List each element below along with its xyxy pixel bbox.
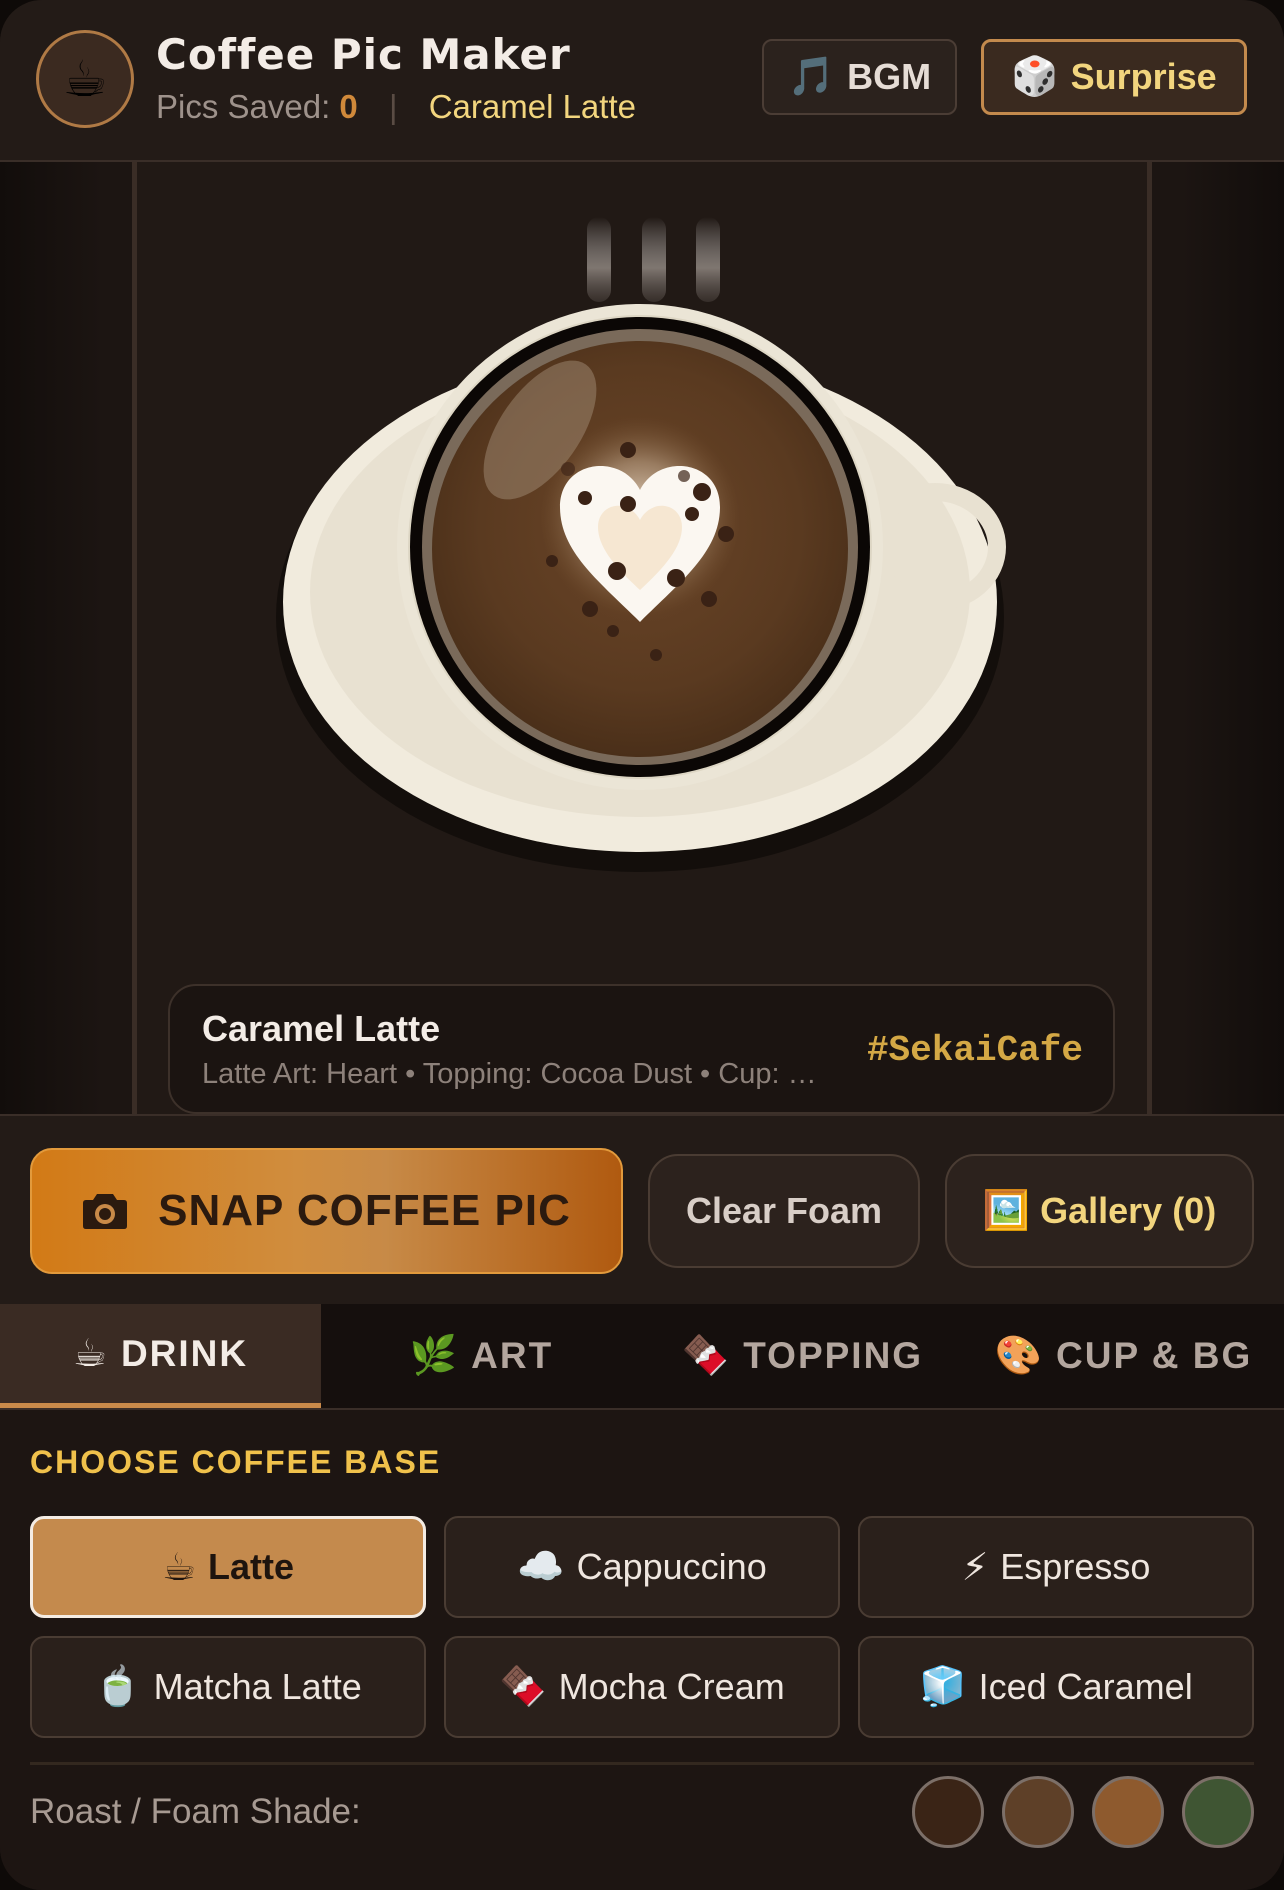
status-line: Pics Saved: 0 | Caramel Latte bbox=[156, 88, 636, 126]
tab-art[interactable]: 🌿 ART bbox=[321, 1304, 642, 1408]
section-title: CHOOSE COFFEE BASE bbox=[30, 1444, 442, 1480]
dice-icon: 🎲 bbox=[1011, 56, 1059, 98]
caption-title: Caramel Latte bbox=[202, 1008, 441, 1049]
app-title: Coffee Pic Maker bbox=[156, 30, 571, 79]
snap-label: SNAP COFFEE PIC bbox=[158, 1186, 571, 1235]
option-cappuccino[interactable]: ☁️ Cappuccino bbox=[444, 1516, 840, 1618]
clear-foam-button[interactable]: Clear Foam bbox=[648, 1154, 920, 1268]
tea-cup-icon: 🍵 bbox=[94, 1666, 142, 1708]
coffee-cup-canvas[interactable] bbox=[0, 162, 1284, 1114]
status-separator: | bbox=[388, 88, 398, 125]
tab-art-label: ART bbox=[471, 1335, 554, 1376]
coffee-logo-icon: ☕ bbox=[36, 30, 134, 128]
tab-topping-label: TOPPING bbox=[743, 1335, 924, 1376]
coffee-cup-icon: ☕ bbox=[161, 1546, 197, 1589]
pics-saved-count: 0 bbox=[339, 88, 358, 125]
cloud-icon: ☁️ bbox=[517, 1546, 565, 1588]
shade-swatch-caramel[interactable] bbox=[1092, 1776, 1164, 1848]
options-panel: CHOOSE COFFEE BASE ☕ Latte ☁️ Cappuccino… bbox=[0, 1410, 1284, 1890]
coffee-stage: Caramel Latte Latte Art: Heart • Topping… bbox=[0, 162, 1284, 1114]
surprise-label: Surprise bbox=[1070, 56, 1217, 97]
gallery-button[interactable]: 🖼️ Gallery (0) bbox=[945, 1154, 1254, 1268]
shade-swatch-matcha[interactable] bbox=[1182, 1776, 1254, 1848]
music-note-icon: 🎵 bbox=[787, 56, 836, 98]
tab-topping[interactable]: 🍫 TOPPING bbox=[642, 1304, 963, 1408]
option-iced-caramel[interactable]: 🧊 Iced Caramel bbox=[858, 1636, 1254, 1738]
gallery-label: Gallery (0) bbox=[1040, 1190, 1217, 1231]
panel-divider bbox=[30, 1762, 1254, 1765]
ice-cube-icon: 🧊 bbox=[919, 1666, 967, 1708]
shade-swatch-medium-roast[interactable] bbox=[1002, 1776, 1074, 1848]
current-drink-name: Caramel Latte bbox=[428, 88, 636, 125]
option-matcha-latte[interactable]: 🍵 Matcha Latte bbox=[30, 1636, 426, 1738]
option-mocha-cream[interactable]: 🍫 Mocha Cream bbox=[444, 1636, 840, 1738]
coffee-cup-icon: ☕ bbox=[72, 1333, 107, 1375]
bgm-button[interactable]: 🎵 BGM bbox=[762, 39, 957, 115]
tab-drink-label: DRINK bbox=[120, 1332, 249, 1374]
snap-coffee-pic-button[interactable]: SNAP COFFEE PIC bbox=[30, 1148, 623, 1274]
tab-drink[interactable]: ☕ DRINK bbox=[0, 1304, 321, 1408]
tab-cup-bg-label: CUP & BG bbox=[1056, 1335, 1253, 1376]
caption-hashtag: #SekaiCafe bbox=[866, 1030, 1083, 1071]
option-label: Latte bbox=[208, 1546, 295, 1587]
option-label: Iced Caramel bbox=[978, 1666, 1193, 1707]
category-tabs: ☕ DRINK 🌿 ART 🍫 TOPPING 🎨 CUP & BG bbox=[0, 1304, 1284, 1410]
chocolate-bar-icon: 🍫 bbox=[499, 1666, 547, 1708]
option-latte[interactable]: ☕ Latte bbox=[30, 1516, 426, 1618]
palette-icon: 🎨 bbox=[994, 1335, 1043, 1377]
camera-icon bbox=[83, 1194, 128, 1229]
shade-label: Roast / Foam Shade: bbox=[30, 1792, 361, 1831]
surprise-button[interactable]: 🎲 Surprise bbox=[981, 39, 1247, 115]
bgm-label: BGM bbox=[847, 56, 932, 97]
clear-foam-label: Clear Foam bbox=[685, 1190, 883, 1231]
option-espresso[interactable]: ⚡ Espresso bbox=[858, 1516, 1254, 1618]
picture-frame-icon: 🖼️ bbox=[982, 1190, 1031, 1232]
tab-cup-bg[interactable]: 🎨 CUP & BG bbox=[963, 1304, 1284, 1408]
photo-caption: Caramel Latte Latte Art: Heart • Topping… bbox=[168, 984, 1115, 1114]
lightning-icon: ⚡ bbox=[961, 1546, 989, 1589]
option-label: Espresso bbox=[1000, 1546, 1151, 1587]
action-bar: SNAP COFFEE PIC Clear Foam 🖼️ Gallery (0… bbox=[0, 1114, 1284, 1309]
pics-saved-label: Pics Saved: bbox=[156, 88, 331, 125]
chocolate-bar-icon: 🍫 bbox=[681, 1335, 730, 1377]
option-label: Matcha Latte bbox=[153, 1666, 362, 1707]
app-root: ☕ Coffee Pic Maker Pics Saved: 0 | Caram… bbox=[0, 0, 1284, 1890]
option-label: Cappuccino bbox=[576, 1546, 767, 1587]
header: ☕ Coffee Pic Maker Pics Saved: 0 | Caram… bbox=[0, 0, 1284, 162]
caption-detail: Latte Art: Heart • Topping: Cocoa Dust •… bbox=[202, 1058, 817, 1090]
steam-wisps bbox=[587, 217, 720, 302]
option-label: Mocha Cream bbox=[558, 1666, 785, 1707]
leaf-icon: 🌿 bbox=[409, 1335, 458, 1377]
shade-swatch-dark-roast[interactable] bbox=[912, 1776, 984, 1848]
